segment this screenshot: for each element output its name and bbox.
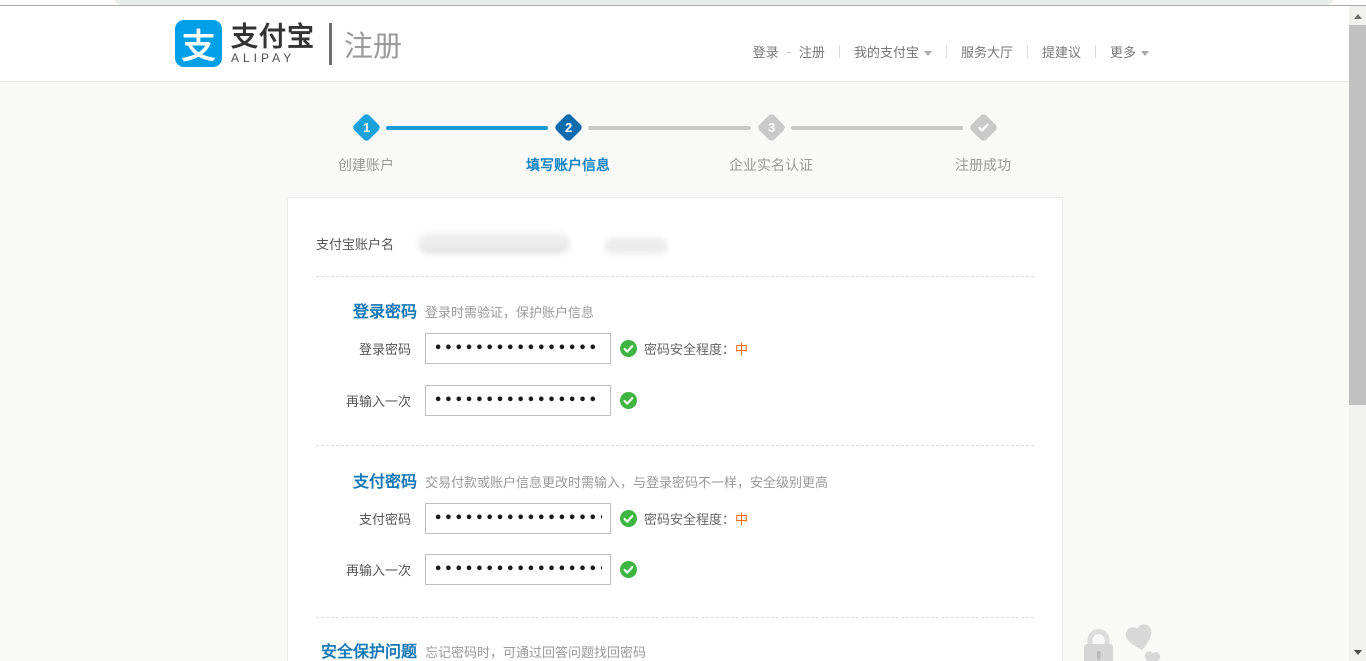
- alipay-logo-icon: 支: [175, 20, 222, 67]
- nav-login-link[interactable]: 登录: [753, 42, 779, 61]
- security-question-section-header: 安全保护问题 忘记密码时，可通过回答问题找回密码: [288, 638, 646, 661]
- nav-separator: [946, 45, 947, 58]
- login-password-label: 登录密码: [288, 339, 411, 358]
- password-strength: 密码安全程度：中: [644, 509, 748, 528]
- password-strength-value: 中: [735, 342, 748, 357]
- password-strength-value: 中: [735, 512, 748, 527]
- nav-service-hall-link[interactable]: 服务大厅: [961, 42, 1013, 61]
- nav-more-menu[interactable]: 更多: [1110, 42, 1149, 61]
- login-password-confirm-label: 再输入一次: [288, 391, 411, 410]
- login-password-input[interactable]: [425, 333, 611, 364]
- logo-divider: [329, 23, 332, 65]
- pay-password-section-header: 支付密码 交易付款或账户信息更改时需输入，与登录密码不一样，安全级别更高: [288, 468, 828, 492]
- nav-my-alipay-label: 我的支付宝: [854, 45, 919, 60]
- vertical-scrollbar[interactable]: [1349, 6, 1366, 661]
- valid-check-icon: [620, 340, 637, 357]
- pay-password-confirm-input[interactable]: [425, 554, 611, 585]
- step-enterprise-verification: 3 企业实名认证: [701, 110, 841, 175]
- alipay-account-row: 支付宝账户名: [316, 232, 570, 254]
- step-create-account: 1 创建账户: [296, 110, 436, 175]
- logo[interactable]: 支 支付宝 ALIPAY 注册: [175, 20, 402, 67]
- login-password-section-title: 登录密码: [288, 298, 417, 322]
- login-password-confirm-input[interactable]: [425, 385, 611, 416]
- nav-register-link[interactable]: 注册: [799, 42, 825, 61]
- nav-feedback-link[interactable]: 提建议: [1042, 42, 1081, 61]
- nav-separator: [1027, 45, 1028, 58]
- pay-password-field-row: 支付密码 密码安全程度：中: [288, 503, 748, 534]
- step-3-badge: 3: [756, 113, 786, 143]
- section-divider: [316, 276, 1034, 277]
- nav-my-alipay-menu[interactable]: 我的支付宝: [854, 42, 932, 61]
- step-3-label: 企业实名认证: [701, 155, 841, 175]
- step-registration-success: 注册成功: [913, 110, 1053, 175]
- heart-icon: [1124, 624, 1155, 653]
- brand-text: 支付宝 ALIPAY: [231, 23, 315, 65]
- registration-progress-steps: 1 创建账户 2 填写账户信息 3 企业实名认证 注册成功: [287, 110, 1063, 180]
- arrow-up-icon: [1354, 14, 1362, 19]
- chevron-down-icon: [924, 51, 932, 56]
- scrollbar-up-button[interactable]: [1349, 8, 1366, 25]
- alipay-account-label: 支付宝账户名: [316, 234, 394, 253]
- password-strength: 密码安全程度：中: [644, 339, 748, 358]
- nav-more-label: 更多: [1110, 45, 1136, 60]
- page-title: 注册: [344, 23, 402, 65]
- lock-icon: [1084, 632, 1113, 661]
- account-info-form-card: 支付宝账户名 登录密码 登录时需验证，保护账户信息 登录密码 密码安全程度：中 …: [287, 197, 1063, 661]
- step-1-number: 1: [362, 120, 369, 135]
- header: 支 支付宝 ALIPAY 注册 登录 - 注册 我的支付宝 服务大厅 提建议 更…: [0, 6, 1349, 82]
- nav-separator: [839, 45, 840, 58]
- browser-bar-remnant: [115, 0, 1333, 5]
- password-strength-label: 密码安全程度：: [644, 342, 735, 357]
- security-decor-graphic: [1082, 624, 1172, 661]
- step-2-number: 2: [564, 120, 571, 135]
- login-password-confirm-row: 再输入一次: [288, 385, 637, 416]
- nav-dash: -: [787, 44, 791, 59]
- step-2-label: 填写账户信息: [498, 155, 638, 175]
- pay-password-confirm-row: 再输入一次: [288, 554, 637, 585]
- pay-password-confirm-label: 再输入一次: [288, 560, 411, 579]
- valid-check-icon: [620, 392, 637, 409]
- security-question-section-title: 安全保护问题: [288, 638, 417, 661]
- security-question-section-desc: 忘记密码时，可通过回答问题找回密码: [425, 642, 646, 661]
- scrollbar-down-button[interactable]: [1349, 644, 1366, 661]
- heart-icon: [1144, 651, 1161, 661]
- pay-password-input[interactable]: [425, 503, 611, 534]
- scrollbar-thumb[interactable]: [1349, 25, 1366, 405]
- arrow-down-icon: [1354, 650, 1362, 655]
- nav-separator: [1095, 45, 1096, 58]
- password-strength-label: 密码安全程度：: [644, 512, 735, 527]
- check-icon: [977, 121, 990, 134]
- step-1-label: 创建账户: [296, 155, 436, 175]
- section-divider: [316, 445, 1034, 446]
- step-4-label: 注册成功: [913, 155, 1053, 175]
- pay-password-section-desc: 交易付款或账户信息更改时需输入，与登录密码不一样，安全级别更高: [425, 472, 828, 491]
- top-nav: 登录 - 注册 我的支付宝 服务大厅 提建议 更多: [753, 42, 1149, 61]
- alipay-account-value-redacted: [604, 238, 668, 254]
- login-password-field-row: 登录密码 密码安全程度：中: [288, 333, 748, 364]
- chevron-down-icon: [1141, 51, 1149, 56]
- section-divider: [316, 617, 1034, 618]
- brand-name-latin: ALIPAY: [231, 51, 315, 65]
- pay-password-label: 支付密码: [288, 509, 411, 528]
- step-3-number: 3: [767, 120, 774, 135]
- login-password-section-header: 登录密码 登录时需验证，保护账户信息: [288, 298, 594, 322]
- step-1-badge: 1: [351, 113, 381, 143]
- valid-check-icon: [620, 561, 637, 578]
- valid-check-icon: [620, 510, 637, 527]
- login-password-section-desc: 登录时需验证，保护账户信息: [425, 302, 594, 321]
- alipay-account-value-redacted: [418, 232, 570, 254]
- step-4-badge: [968, 113, 998, 143]
- step-2-badge: 2: [553, 113, 583, 143]
- brand-name-cn: 支付宝: [231, 23, 315, 51]
- pay-password-section-title: 支付密码: [288, 468, 417, 492]
- step-fill-account-info: 2 填写账户信息: [498, 110, 638, 175]
- browser-edge-strip: [0, 0, 1366, 6]
